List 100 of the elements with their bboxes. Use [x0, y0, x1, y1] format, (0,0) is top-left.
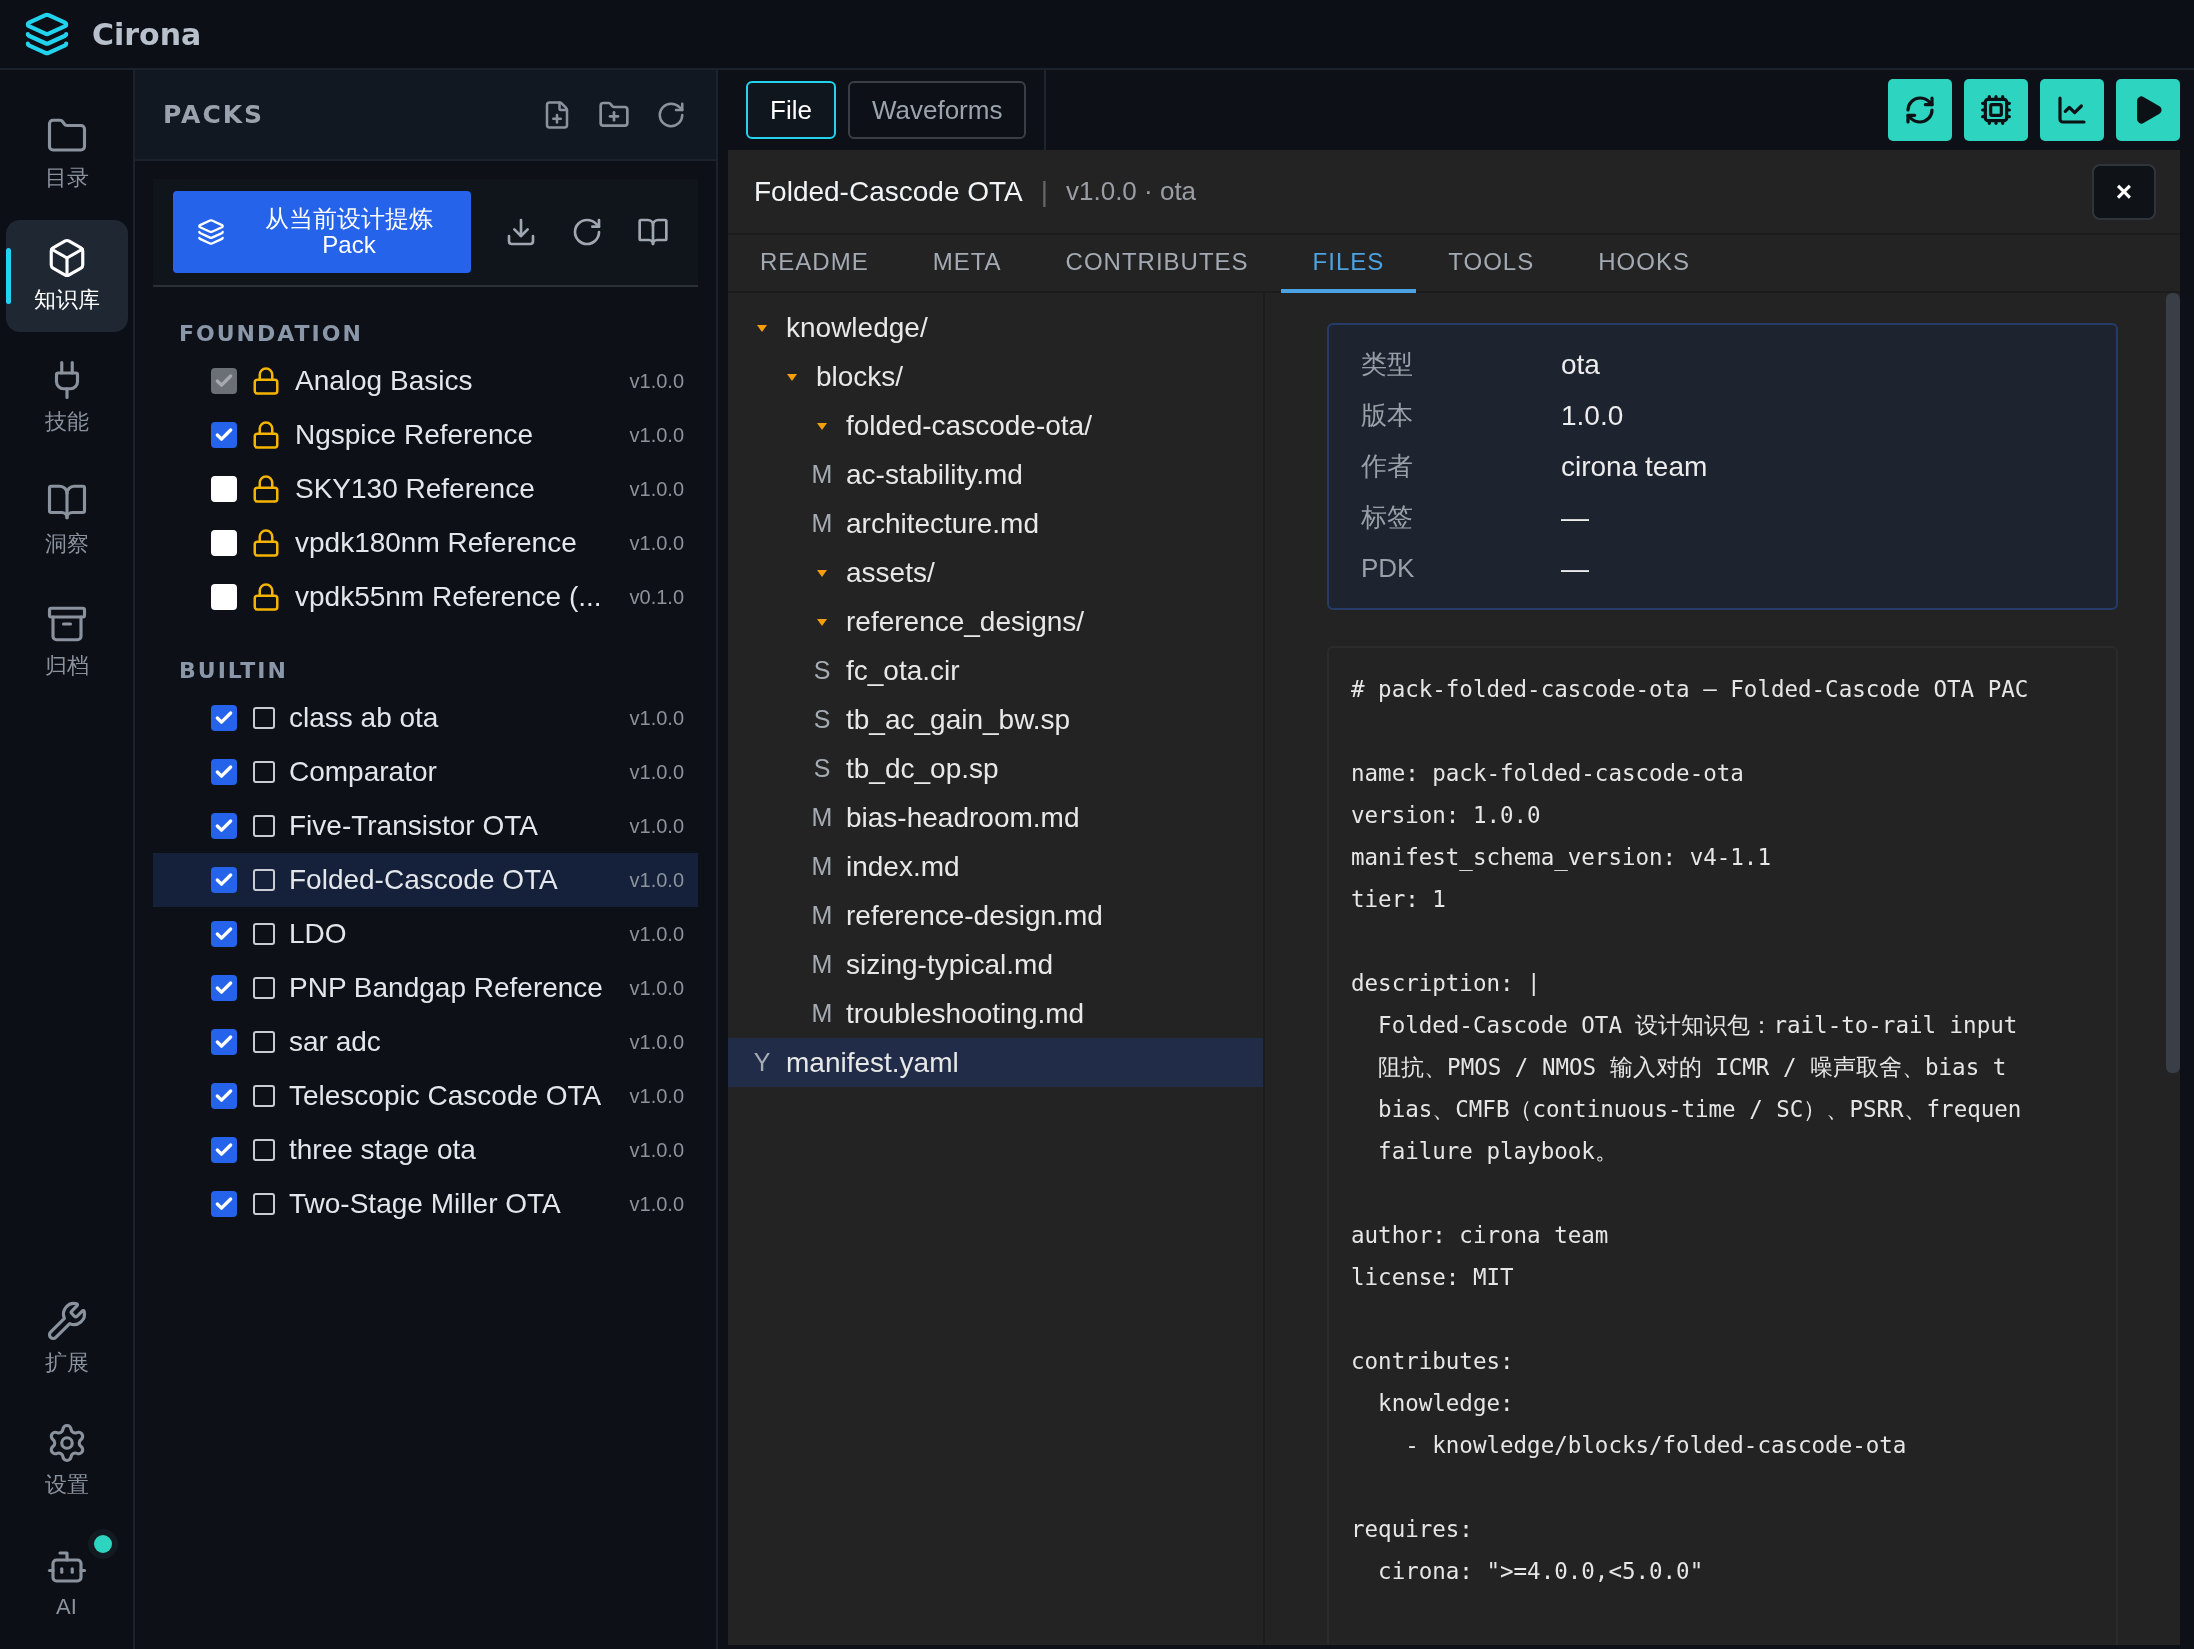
file-item[interactable]: ac-stability.md: [846, 458, 1023, 491]
pack-name[interactable]: vpdk180nm Reference: [295, 527, 630, 559]
file-type-label: M: [811, 950, 833, 979]
checkbox[interactable]: [253, 923, 275, 945]
meta-value: cirona team: [1561, 450, 1708, 483]
close-button[interactable]: ×: [2092, 163, 2156, 220]
nav-label: 目录: [44, 164, 89, 192]
nav-item[interactable]: 目录: [5, 98, 128, 210]
nav-item[interactable]: 设置: [5, 1405, 128, 1517]
pack-version: v1.0.0: [629, 369, 684, 393]
pack-version: v1.0.0: [629, 976, 684, 1000]
lock-icon: [251, 582, 281, 612]
checkbox[interactable]: [211, 1137, 237, 1163]
checkbox[interactable]: [253, 1139, 275, 1161]
checkbox[interactable]: [253, 761, 275, 783]
checkbox[interactable]: [253, 1031, 275, 1053]
pack-subtitle: v1.0.0 · ota: [1066, 176, 1198, 207]
nav-item[interactable]: 归档: [5, 586, 128, 698]
chip-button[interactable]: [1964, 79, 2028, 141]
pack-name[interactable]: LDO: [289, 918, 630, 950]
file-item[interactable]: sizing-typical.md: [846, 948, 1053, 981]
checkbox[interactable]: [211, 921, 237, 947]
pack-name[interactable]: PNP Bandgap Reference: [289, 972, 630, 1004]
file-type-label: Y: [753, 1048, 771, 1077]
nav-item[interactable]: AI: [5, 1527, 128, 1639]
pack-name[interactable]: Five-Transistor OTA: [289, 810, 630, 842]
checkbox[interactable]: [211, 867, 237, 893]
file-item[interactable]: tb_dc_op.sp: [846, 752, 999, 785]
pack-name[interactable]: vpdk55nm Reference (...: [295, 581, 630, 613]
file-item[interactable]: index.md: [846, 850, 960, 883]
checkbox[interactable]: [211, 759, 237, 785]
checkbox[interactable]: [253, 977, 275, 999]
pack-name[interactable]: SKY130 Reference: [295, 473, 630, 505]
play-button[interactable]: [2116, 79, 2180, 141]
checkbox[interactable]: [211, 584, 237, 610]
file-type-label: M: [811, 509, 833, 538]
checkbox[interactable]: [211, 813, 237, 839]
nav-item[interactable]: 知识库: [5, 220, 128, 332]
pack-name[interactable]: Comparator: [289, 756, 630, 788]
checkbox[interactable]: [211, 1083, 237, 1109]
pack-version: v1.0.0: [629, 1138, 684, 1162]
pack-name[interactable]: three stage ota: [289, 1134, 630, 1166]
file-item[interactable]: manifest.yaml: [786, 1046, 959, 1079]
extract-pack-button[interactable]: 从当前设计提炼 Pack: [173, 191, 471, 273]
nav-item[interactable]: 技能: [5, 342, 128, 454]
refresh-icon[interactable]: [571, 216, 603, 248]
file-item[interactable]: reference-design.md: [846, 899, 1103, 932]
scrollbar[interactable]: [2166, 293, 2180, 1073]
tab[interactable]: CONTRIBUTES: [1033, 235, 1281, 293]
line-chart-icon: [2056, 94, 2088, 126]
nav-item[interactable]: 洞察: [5, 464, 128, 576]
chart-button[interactable]: [2040, 79, 2104, 141]
checkbox[interactable]: [253, 815, 275, 837]
checkbox[interactable]: [211, 476, 237, 502]
folder-item[interactable]: blocks/: [816, 360, 904, 393]
download-icon[interactable]: [505, 216, 537, 248]
folder-item[interactable]: folded-cascode-ota/: [846, 409, 1092, 442]
checkbox[interactable]: [211, 705, 237, 731]
pack-name[interactable]: Ngspice Reference: [295, 419, 630, 451]
book-icon[interactable]: [637, 216, 669, 248]
pack-name[interactable]: Telescopic Cascode OTA: [289, 1080, 630, 1112]
checkbox[interactable]: [211, 1029, 237, 1055]
pack-name[interactable]: sar adc: [289, 1026, 630, 1058]
view-tab[interactable]: Waveforms: [847, 81, 1027, 139]
checkbox[interactable]: [211, 422, 237, 448]
checkbox[interactable]: [253, 707, 275, 729]
nav-label: 归档: [44, 652, 89, 680]
lock-icon: [251, 420, 281, 450]
nav-item[interactable]: 扩展: [5, 1283, 128, 1395]
checkbox[interactable]: [211, 1191, 237, 1217]
lock-icon: [251, 528, 281, 558]
tab[interactable]: META: [900, 235, 1034, 293]
file-item[interactable]: architecture.md: [846, 507, 1039, 540]
manifest-code: # pack-folded-cascode-ota — Folded-Cascode OTA PAC name: pack-folded-cascode-ota version: 1.0.0 manifest_schema_version: v4-1.1 tier: 1 description: | Folded-Cascode OTA 设计知识包：rail-to-rail input 阻抗、PMOS / NMOS 输入对的 ICMR / 噪声取舍、bias t bias、CMFB（continuous-time / SC）、PSRR、frequen failure playbook。 author: cirona team license: MIT contributes: knowledge: - knowledge/blocks/folded-cascode-ota requires: cirona: ">=4.0.0,<5.0.0": [1351, 675, 2030, 1586]
file-item[interactable]: tb_ac_gain_bw.sp: [846, 703, 1071, 736]
checkbox[interactable]: [253, 1085, 275, 1107]
checkbox[interactable]: [211, 975, 237, 1001]
folder-item[interactable]: assets/: [846, 556, 935, 589]
pack-name[interactable]: Folded-Cascode OTA: [289, 864, 630, 896]
folder-item[interactable]: knowledge/: [786, 311, 928, 344]
tab[interactable]: HOOKS: [1566, 235, 1722, 293]
file-item[interactable]: fc_ota.cir: [846, 654, 960, 687]
pack-name[interactable]: Two-Stage Miller OTA: [289, 1188, 630, 1220]
nav-label: 知识库: [33, 286, 100, 314]
view-tab[interactable]: File: [746, 81, 836, 139]
tab[interactable]: TOOLS: [1416, 235, 1567, 293]
refresh-button[interactable]: [1888, 79, 1952, 141]
checkbox[interactable]: [253, 1193, 275, 1215]
file-type-label: S: [813, 705, 831, 734]
folder-item[interactable]: reference_designs/: [846, 605, 1085, 638]
file-item[interactable]: troubleshooting.md: [846, 997, 1085, 1030]
pack-name[interactable]: class ab ota: [289, 702, 630, 734]
selected-row[interactable]: Folded-Cascode OTA v1.0.0: [153, 853, 698, 907]
checkbox[interactable]: [253, 869, 275, 891]
meta-value: 1.0.0: [1561, 399, 1624, 432]
tab[interactable]: FILES: [1280, 235, 1417, 293]
tab[interactable]: README: [728, 235, 901, 293]
section-heading: FOUNDATION: [178, 320, 364, 348]
file-item[interactable]: bias-headroom.md: [846, 801, 1080, 834]
checkbox[interactable]: [211, 530, 237, 556]
